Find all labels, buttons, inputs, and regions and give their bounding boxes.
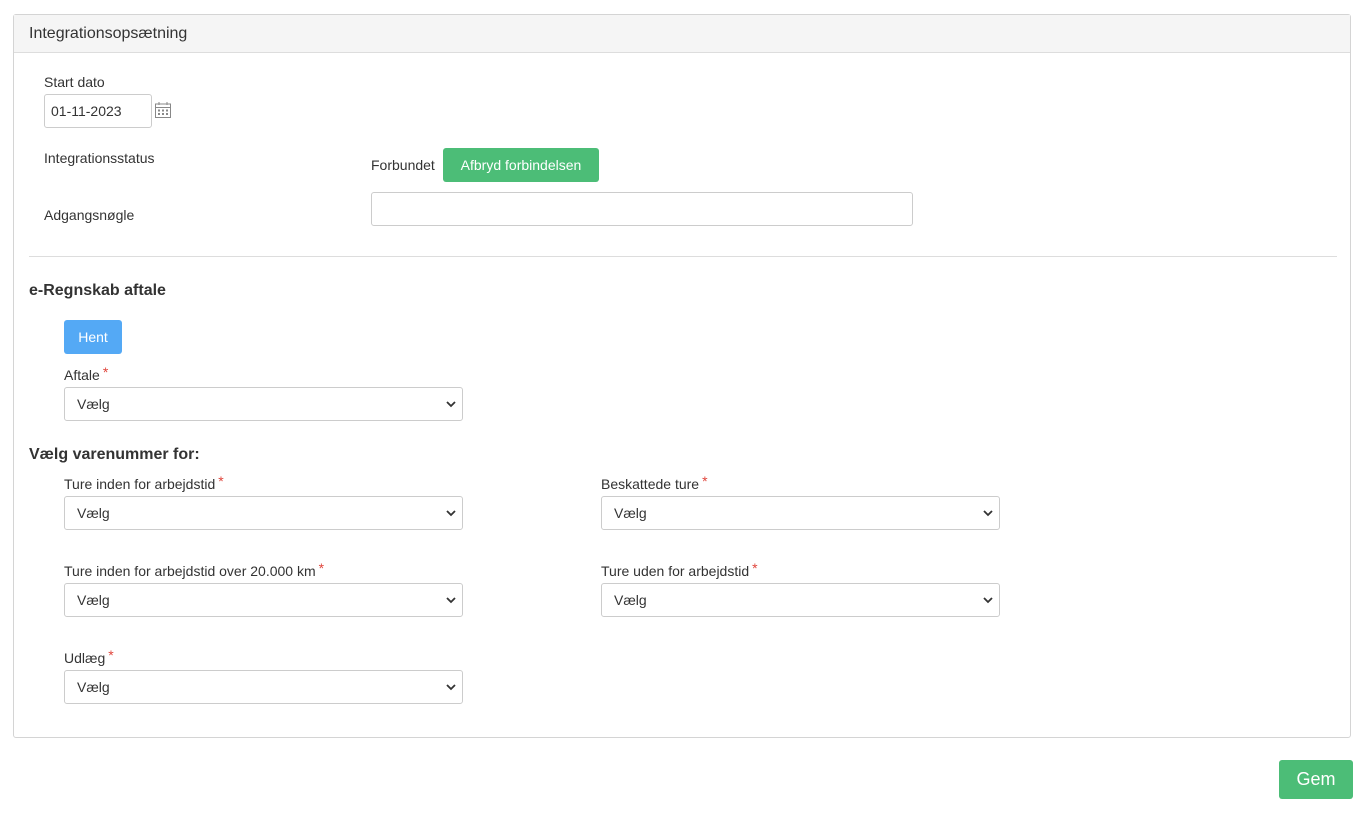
panel-title: Integrationsopsætning (14, 15, 1350, 53)
required-marker: * (318, 560, 325, 576)
required-marker: * (702, 473, 708, 489)
required-marker: * (752, 560, 758, 576)
chevron-down-icon (983, 597, 993, 604)
integration-status-value: Forbundet (371, 157, 435, 173)
agreement-label: Aftale * (64, 364, 109, 383)
access-key-label: Adgangsnøgle (44, 207, 135, 223)
field-label-outside-hours: Ture uden for arbejdstid * (601, 560, 758, 579)
section-divider (29, 256, 1337, 257)
field-label-expenses: Udlæg * (64, 647, 114, 666)
integration-status-label: Integrationsstatus (44, 150, 155, 166)
chevron-down-icon (446, 597, 456, 604)
disconnect-button[interactable]: Afbryd forbindelsen (443, 148, 599, 182)
save-button[interactable]: Gem (1279, 760, 1353, 799)
chevron-down-icon (446, 510, 456, 517)
select-outside-hours[interactable]: Vælg (601, 583, 1000, 617)
start-date-label: Start dato (44, 74, 105, 90)
agreement-select[interactable]: Vælg (64, 387, 463, 421)
start-date-input[interactable]: 01-11-2023 (44, 94, 152, 128)
chevron-down-icon (983, 510, 993, 517)
calendar-icon[interactable] (154, 101, 172, 119)
select-within-hours[interactable]: Vælg (64, 496, 463, 530)
field-label-within-hours-over-20000: Ture inden for arbejdstid over 20.000 km… (64, 560, 325, 579)
integration-settings-panel: Integrationsopsætning Start dato 01-11-2… (13, 14, 1351, 738)
chevron-down-icon (446, 401, 456, 408)
required-marker: * (108, 647, 114, 663)
access-key-input[interactable] (371, 192, 913, 226)
item-numbers-section-title: Vælg varenummer for: (29, 446, 200, 463)
select-within-hours-over-20000[interactable]: Vælg (64, 583, 463, 617)
fetch-button[interactable]: Hent (64, 320, 122, 354)
required-marker: * (218, 473, 224, 489)
field-label-taxed-trips: Beskattede ture * (601, 473, 708, 492)
agreement-section-title: e-Regnskab aftale (29, 282, 166, 299)
field-label-within-hours: Ture inden for arbejdstid * (64, 473, 224, 492)
select-expenses[interactable]: Vælg (64, 670, 463, 704)
required-marker: * (102, 364, 109, 380)
select-taxed-trips[interactable]: Vælg (601, 496, 1000, 530)
chevron-down-icon (446, 684, 456, 691)
